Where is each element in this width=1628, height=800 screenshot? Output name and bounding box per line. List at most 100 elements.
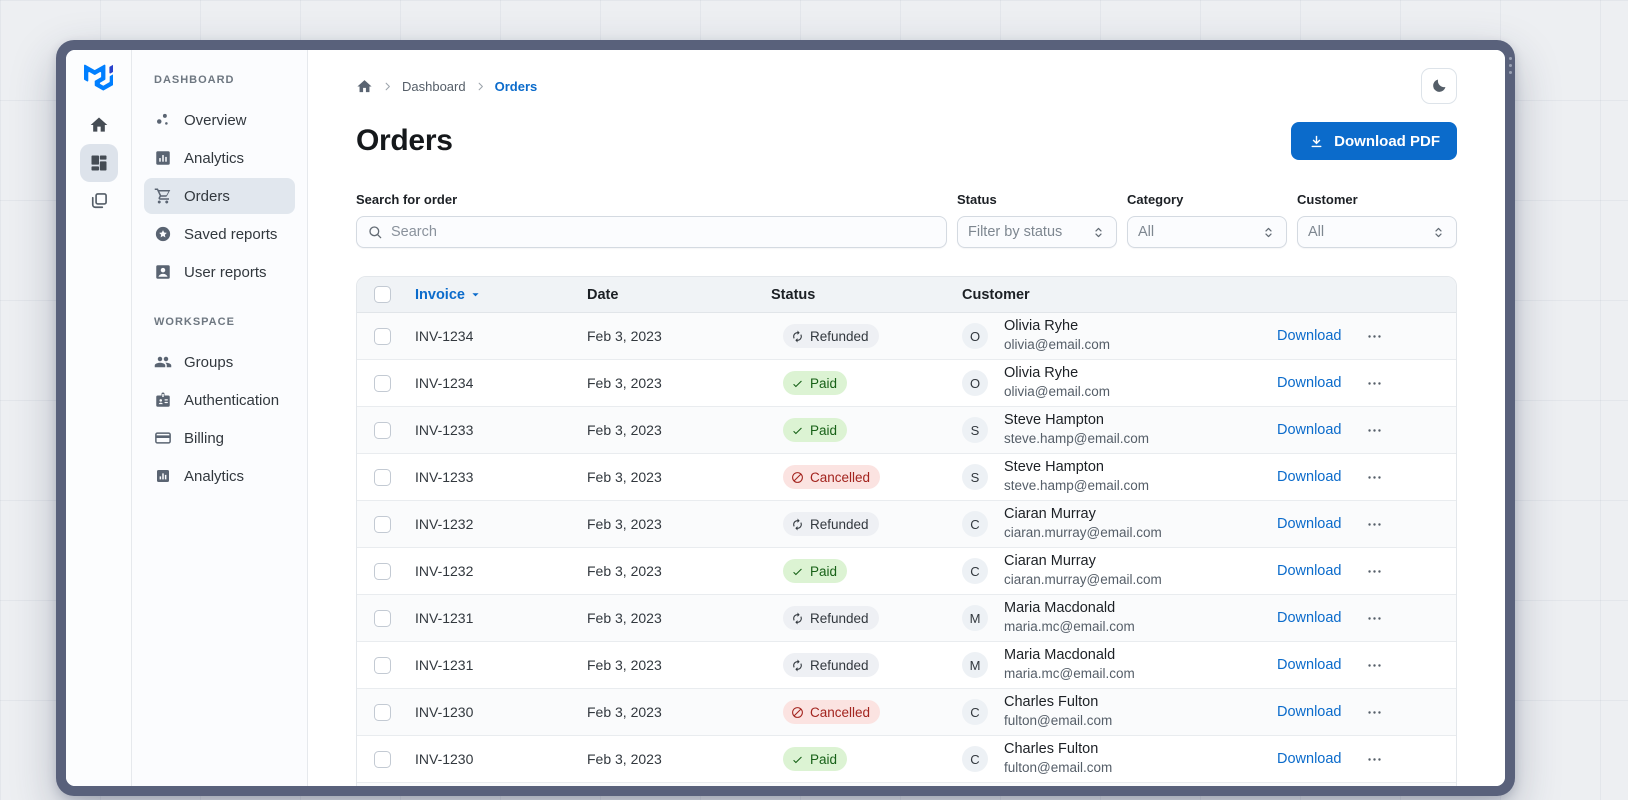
- table-row[interactable]: INV-1232 Feb 3, 2023 Refunded C Ciaran Murra…: [357, 501, 1456, 548]
- customer-name: Ciaran Murray: [1004, 553, 1096, 570]
- star-circle-icon: [154, 225, 172, 243]
- category-filter-select[interactable]: All: [1127, 216, 1287, 248]
- row-menu-button[interactable]: [1360, 375, 1388, 392]
- row-menu-button[interactable]: [1360, 469, 1388, 486]
- chevron-up-down-icon: [1091, 225, 1106, 240]
- ellipsis-icon: [1366, 469, 1383, 486]
- date-cell: Feb 3, 2023: [587, 563, 662, 579]
- block-icon: [791, 706, 804, 719]
- avatar: C: [962, 558, 988, 584]
- rail-button-home[interactable]: [80, 106, 118, 144]
- ellipsis-icon: [1366, 657, 1383, 674]
- download-pdf-button[interactable]: Download PDF: [1291, 122, 1457, 160]
- status-badge: Refunded: [783, 653, 879, 677]
- rail-button-layers[interactable]: [80, 182, 118, 220]
- row-checkbox[interactable]: [374, 562, 391, 580]
- table-row[interactable]: INV-1229Feb 3, 2023RefundedJJay Hoperhop…: [357, 783, 1456, 786]
- row-download-link[interactable]: Download: [1264, 328, 1360, 344]
- sidebar-item-billing[interactable]: Billing: [144, 420, 295, 456]
- row-checkbox[interactable]: [374, 327, 391, 345]
- sidebar-item-analytics[interactable]: Analytics: [144, 140, 295, 176]
- row-download-link[interactable]: Download: [1264, 610, 1360, 626]
- row-menu-button[interactable]: [1360, 657, 1388, 674]
- row-checkbox[interactable]: [374, 421, 391, 439]
- mui-logo[interactable]: [83, 64, 114, 92]
- sidebar-item-groups[interactable]: Groups: [144, 344, 295, 380]
- customer-cell: C Ciaran Murray ciaran.murray@email.com: [962, 552, 1264, 589]
- sidebar-item-label: Analytics: [184, 149, 245, 167]
- invoice-cell: INV-1234: [415, 328, 474, 344]
- sidebar-item-overview[interactable]: Overview: [144, 102, 295, 138]
- customer-filter-select[interactable]: All: [1297, 216, 1457, 248]
- table-row[interactable]: INV-1233 Feb 3, 2023 Cancelled S Steve Hampt…: [357, 454, 1456, 501]
- search-icon: [367, 224, 383, 240]
- scrollbar-thumb[interactable]: [1508, 57, 1512, 74]
- customer-cell: C Charles Fulton fulton@email.com: [962, 693, 1264, 730]
- customer-name: Charles Fulton: [1004, 694, 1099, 711]
- rail-button-dashboard[interactable]: [79, 144, 118, 182]
- invoice-cell: INV-1231: [415, 610, 474, 626]
- row-menu-button[interactable]: [1360, 610, 1388, 627]
- row-checkbox[interactable]: [374, 609, 391, 627]
- customer-email: ciaran.murray@email.com: [1004, 572, 1162, 588]
- row-download-link[interactable]: Download: [1264, 563, 1360, 579]
- check-icon: [791, 424, 804, 437]
- date-cell: Feb 3, 2023: [587, 704, 662, 720]
- status-badge: Refunded: [783, 606, 879, 630]
- table-row[interactable]: INV-1231 Feb 3, 2023 Refunded M Maria Macdon…: [357, 595, 1456, 642]
- table-row[interactable]: INV-1230 Feb 3, 2023 Paid C Charles Fulton fu…: [357, 736, 1456, 783]
- row-download-link[interactable]: Download: [1264, 751, 1360, 767]
- customer-cell: C Charles Fulton fulton@email.com: [962, 740, 1264, 777]
- chevron-right-icon: [381, 80, 394, 93]
- select-all-checkbox[interactable]: [374, 286, 391, 303]
- row-download-link[interactable]: Download: [1264, 516, 1360, 532]
- sidebar-item-analytics[interactable]: Analytics: [144, 458, 295, 494]
- row-download-link[interactable]: Download: [1264, 469, 1360, 485]
- home-icon: [89, 115, 109, 135]
- row-checkbox[interactable]: [374, 468, 391, 486]
- theme-toggle-button[interactable]: [1421, 68, 1457, 104]
- row-download-link[interactable]: Download: [1264, 422, 1360, 438]
- ellipsis-icon: [1366, 704, 1383, 721]
- search-field[interactable]: [356, 216, 947, 248]
- sidebar: DASHBOARD Overview Analytics Orders Saved re…: [132, 50, 308, 786]
- row-checkbox[interactable]: [374, 750, 391, 768]
- sidebar-item-label: Overview: [184, 111, 247, 129]
- breadcrumb-dashboard[interactable]: Dashboard: [402, 79, 466, 94]
- sidebar-item-user-reports[interactable]: User reports: [144, 254, 295, 290]
- search-input[interactable]: [391, 224, 936, 240]
- row-menu-button[interactable]: [1360, 751, 1388, 768]
- table-row[interactable]: INV-1232 Feb 3, 2023 Paid C Ciaran Murray cia…: [357, 548, 1456, 595]
- ellipsis-icon: [1366, 610, 1383, 627]
- row-checkbox[interactable]: [374, 374, 391, 392]
- row-menu-button[interactable]: [1360, 563, 1388, 580]
- status-filter-select[interactable]: Filter by status: [957, 216, 1117, 248]
- sidebar-item-label: Billing: [184, 429, 225, 447]
- home-icon[interactable]: [356, 78, 373, 95]
- row-menu-button[interactable]: [1360, 422, 1388, 439]
- table-row[interactable]: INV-1234 Feb 3, 2023 Paid O Olivia Ryhe olivi…: [357, 360, 1456, 407]
- row-checkbox[interactable]: [374, 515, 391, 533]
- table-row[interactable]: INV-1231 Feb 3, 2023 Refunded M Maria Macdon…: [357, 642, 1456, 689]
- customer-cell: M Maria Macdonald maria.mc@email.com: [962, 599, 1264, 636]
- sidebar-item-saved-reports[interactable]: Saved reports: [144, 216, 295, 252]
- customer-name: Olivia Ryhe: [1004, 365, 1079, 382]
- row-download-link[interactable]: Download: [1264, 375, 1360, 391]
- row-checkbox[interactable]: [374, 703, 391, 721]
- row-menu-button[interactable]: [1360, 704, 1388, 721]
- row-download-link[interactable]: Download: [1264, 657, 1360, 673]
- column-header-invoice[interactable]: Invoice: [415, 287, 587, 303]
- row-menu-button[interactable]: [1360, 516, 1388, 533]
- check-icon: [791, 565, 804, 578]
- row-download-link[interactable]: Download: [1264, 704, 1360, 720]
- row-checkbox[interactable]: [374, 656, 391, 674]
- row-menu-button[interactable]: [1360, 328, 1388, 345]
- table-row[interactable]: INV-1230 Feb 3, 2023 Cancelled C Charles Ful…: [357, 689, 1456, 736]
- sidebar-item-authentication[interactable]: Authentication: [144, 382, 295, 418]
- table-row[interactable]: INV-1234 Feb 3, 2023 Refunded O Olivia Ryhe o…: [357, 313, 1456, 360]
- avatar: S: [962, 464, 988, 490]
- sidebar-item-label: Authentication: [184, 391, 280, 409]
- table-row[interactable]: INV-1233 Feb 3, 2023 Paid S Steve Hampton ste…: [357, 407, 1456, 454]
- sidebar-item-orders[interactable]: Orders: [144, 178, 295, 214]
- autorenew-icon: [791, 612, 804, 625]
